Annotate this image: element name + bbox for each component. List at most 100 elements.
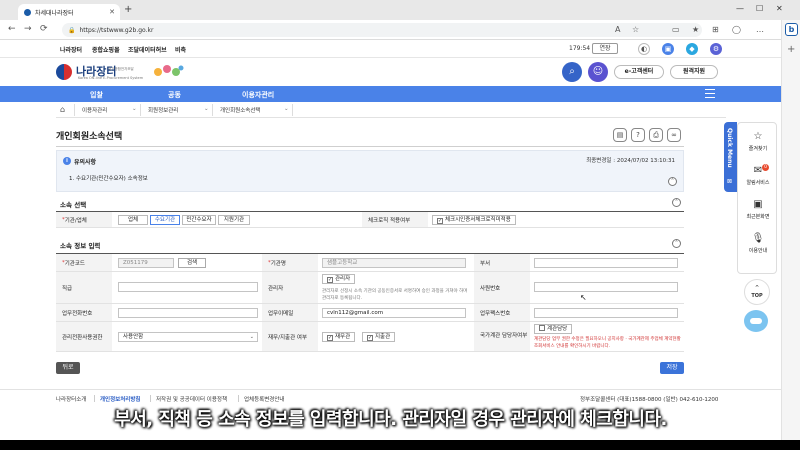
breadcrumb-item-current[interactable]: 개인회원소속선택	[220, 106, 260, 114]
breadcrumb-divider	[74, 104, 75, 116]
extend-session-button[interactable]: 연장	[592, 43, 618, 54]
maximize-icon[interactable]: ☐	[756, 4, 763, 13]
browser-tab[interactable]: 차세대나라장터 ✕	[18, 4, 120, 20]
work-fax-label: 업무팩스번호	[474, 304, 530, 321]
org-type-company-button[interactable]: 업체	[118, 215, 148, 225]
customer-center-button[interactable]: e-고객센터	[614, 65, 664, 79]
check-logic-checkbox[interactable]: ✓ 체크시인증서체크로직미적용	[432, 215, 516, 225]
split-screen-icon[interactable]: ▭	[672, 25, 680, 34]
expenditure-officer-checkbox[interactable]: ✓ 지출관	[362, 332, 396, 342]
org-type-private-button[interactable]: 민간수요자	[182, 215, 216, 225]
chevron-down-icon[interactable]: ⌄	[204, 106, 209, 112]
breadcrumb-divider	[212, 104, 213, 116]
close-window-icon[interactable]: ✕	[776, 4, 783, 13]
favorite-star-icon[interactable]: ☆	[632, 25, 639, 34]
breadcrumb-item-user-management[interactable]: 이용자관리	[82, 106, 107, 114]
breadcrumb-item-member-info[interactable]: 회원정보관리	[148, 106, 178, 114]
table-row: * 기관/업체 업체 수요기관 민간수요자 지원기관 체크로직 적용여부 ✓ 체크시…	[56, 212, 684, 228]
org-type-demand-agency-button[interactable]: 수요기관	[150, 215, 180, 225]
print-icon[interactable]: ⎙	[649, 128, 663, 142]
chevron-down-icon[interactable]: ⌄	[284, 106, 289, 112]
footer-link-privacy[interactable]: 개인정보처리방침	[100, 395, 140, 403]
sidebar-add-icon[interactable]: +	[787, 44, 795, 55]
nav-bid[interactable]: 입찰	[90, 90, 103, 100]
calendar-icon[interactable]: ▣	[662, 43, 674, 55]
employee-number-input[interactable]	[534, 282, 678, 292]
info-icon: i	[63, 157, 71, 165]
checkbox-icon[interactable]: ✓	[327, 277, 333, 283]
search-button[interactable]: 검색	[178, 258, 206, 268]
bing-icon[interactable]: b	[785, 23, 798, 36]
settings-icon[interactable]: ⚙	[710, 43, 722, 55]
profile-icon[interactable]: ◯	[732, 25, 741, 34]
collections-icon[interactable]: ⊞	[712, 25, 719, 34]
position-input[interactable]	[118, 282, 258, 292]
refresh-icon[interactable]: ⟳	[40, 24, 48, 34]
org-type-support-button[interactable]: 지원기관	[218, 215, 250, 225]
forward-icon[interactable]: →	[24, 24, 32, 34]
chevron-down-icon[interactable]: ⌄	[132, 106, 137, 112]
new-tab-icon[interactable]: +	[124, 4, 132, 15]
collapse-icon[interactable]: ⌃	[672, 239, 681, 248]
quick-menu-close-icon[interactable]: ⊠	[727, 178, 732, 185]
read-aloud-icon[interactable]: A	[615, 25, 620, 34]
util-link-narajangteo[interactable]: 나라장터	[60, 45, 82, 54]
more-menu-icon[interactable]: …	[756, 25, 764, 34]
checkbox-icon[interactable]: ✓	[437, 218, 443, 224]
work-email-input[interactable]: cvln112@gmail.com	[322, 308, 466, 318]
util-link-shoppingmall[interactable]: 종합쇼핑몰	[92, 45, 120, 54]
work-phone-input[interactable]	[118, 308, 258, 318]
minimize-icon[interactable]: —	[736, 4, 744, 13]
org-code-input[interactable]: Z051179	[118, 258, 174, 268]
quick-menu-tab[interactable]: Quick Menu ⊠	[724, 122, 737, 192]
footer-link-about[interactable]: 나라장터소개	[56, 395, 86, 403]
util-link-datahub[interactable]: 조달데이터허브	[128, 45, 167, 54]
back-icon[interactable]: ←	[8, 24, 16, 34]
user-icon[interactable]: ☺	[588, 62, 608, 82]
url-field[interactable]: 🔒 https://tstwww.g2b.go.kr	[62, 23, 702, 37]
tab-close-icon[interactable]: ✕	[109, 8, 115, 16]
manager-checkbox[interactable]: ✓ 관리자	[322, 274, 356, 284]
menu-icon[interactable]	[705, 89, 715, 98]
org-name-input[interactable]: 샘플고등학교	[322, 258, 466, 268]
footer-link-copyright[interactable]: 저작권 및 공공데이터 이용정책	[156, 395, 227, 403]
dept-input[interactable]	[534, 258, 678, 268]
scroll-top-button[interactable]: ⌃ TOP	[744, 279, 770, 305]
search-icon[interactable]: ⌕	[562, 62, 582, 82]
chatbot-icon[interactable]	[744, 310, 768, 332]
util-link-stockpile[interactable]: 비축	[175, 45, 186, 54]
employee-number-label: 사원번호	[474, 272, 530, 303]
help-icon[interactable]: ?	[631, 128, 645, 142]
checkbox-icon[interactable]: ✓	[327, 335, 333, 341]
collapse-icon[interactable]: ⌃	[668, 177, 677, 186]
link-icon[interactable]: ∞	[667, 128, 681, 142]
last-modified-date: 최종변경일 : 2024/07/02 13:10:31	[586, 158, 675, 164]
home-icon[interactable]: ⌂	[60, 105, 65, 114]
nav-user-management[interactable]: 이용자관리	[242, 90, 274, 100]
nav-common[interactable]: 공동	[168, 90, 181, 100]
title-divider	[56, 146, 684, 147]
quick-menu-notifications[interactable]: ✉ 0 알림서비스	[738, 164, 778, 186]
cart-icon[interactable]: ◆	[686, 43, 698, 55]
system-role-select[interactable]: 사용안함 ⌄	[118, 332, 258, 342]
utility-bar: 나라장터 종합쇼핑몰 조달데이터허브 비축 179:54 연장 ◐ ▣ ◆ ⚙	[0, 40, 781, 58]
footer-link-registration[interactable]: 업체등록변경안내	[244, 395, 284, 403]
save-button[interactable]: 저장	[660, 362, 684, 374]
quick-menu-recent[interactable]: ▣ 최근본화면	[738, 199, 778, 220]
finance-officer-checkbox[interactable]: ✓ 재무관	[322, 332, 356, 342]
favorites-icon[interactable]: ★	[692, 25, 699, 34]
checkbox-icon[interactable]	[539, 325, 545, 331]
main-nav: 입찰 공동 이용자관리	[0, 86, 781, 102]
contract-manager-checkbox[interactable]: 계관담당	[534, 324, 573, 334]
checkbox-icon[interactable]: ✓	[367, 335, 373, 341]
quick-menu-favorites[interactable]: ☆ 즐겨찾기	[738, 131, 778, 152]
remote-support-button[interactable]: 원격지원	[670, 65, 718, 79]
back-button[interactable]: 뒤로	[56, 362, 80, 374]
collapse-icon[interactable]: ⌃	[672, 198, 681, 207]
breadcrumb-divider	[140, 104, 141, 116]
government-emblem-icon	[56, 64, 72, 80]
work-fax-input[interactable]	[534, 308, 678, 318]
globe-icon[interactable]: ◐	[638, 43, 650, 55]
manual-book-icon[interactable]: ▤	[613, 128, 627, 142]
quick-menu-guide[interactable]: 🎙 이용안내	[738, 233, 778, 254]
